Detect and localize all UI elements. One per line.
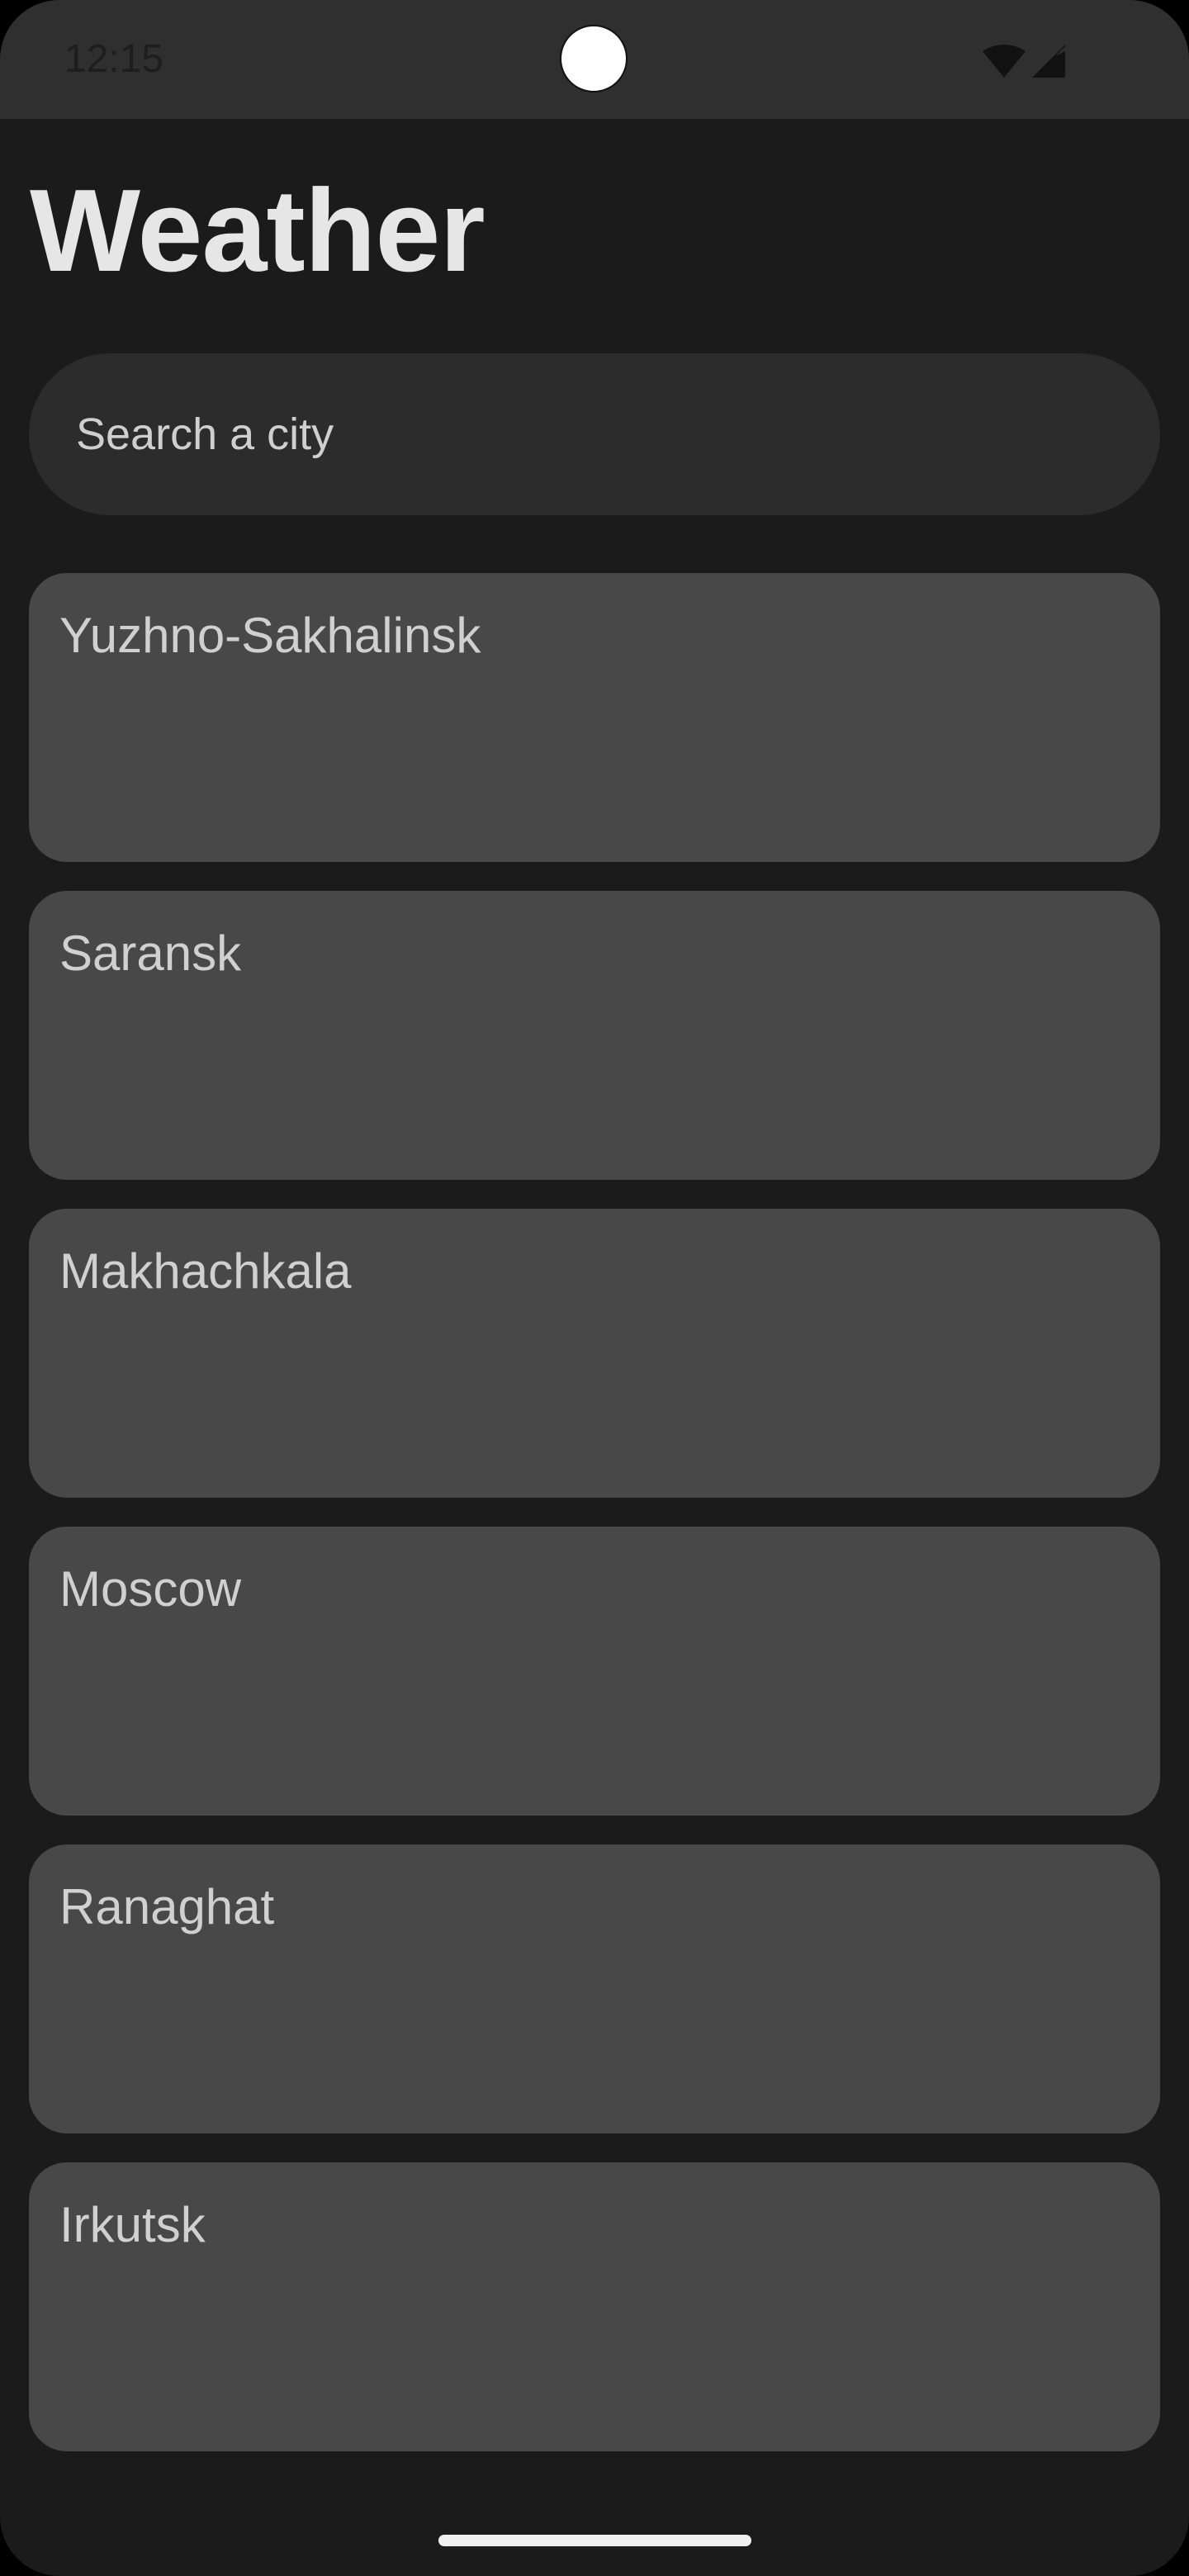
city-card[interactable]: Saransk bbox=[29, 891, 1160, 1180]
city-card[interactable]: Yuzhno-Sakhalinsk bbox=[29, 573, 1160, 862]
wifi-icon bbox=[983, 45, 1026, 78]
city-name: Yuzhno-Sakhalinsk bbox=[59, 608, 481, 663]
page-title: Weather bbox=[30, 165, 486, 296]
city-name: Makhachkala bbox=[59, 1243, 352, 1299]
phone-screen: 12:15 Weather Yuzhno-Sakhalinsk Saransk … bbox=[0, 0, 1189, 2576]
status-bar: 12:15 bbox=[0, 0, 1189, 119]
city-card[interactable]: Makhachkala bbox=[29, 1209, 1160, 1498]
status-time: 12:15 bbox=[64, 37, 164, 81]
city-name: Ranaghat bbox=[59, 1879, 275, 1934]
city-name: Moscow bbox=[59, 1561, 242, 1617]
search-bar[interactable] bbox=[29, 353, 1160, 515]
status-icons bbox=[983, 45, 1065, 78]
city-name: Saransk bbox=[59, 926, 242, 981]
front-camera-cutout bbox=[560, 25, 628, 92]
city-list: Yuzhno-Sakhalinsk Saransk Makhachkala Mo… bbox=[29, 573, 1160, 2480]
home-indicator-bar[interactable] bbox=[438, 2535, 751, 2546]
cellular-signal-icon bbox=[1032, 45, 1065, 78]
city-card[interactable]: Irkutsk bbox=[29, 2162, 1160, 2451]
city-card[interactable]: Moscow bbox=[29, 1527, 1160, 1816]
city-card[interactable]: Ranaghat bbox=[29, 1844, 1160, 2133]
city-name: Irkutsk bbox=[59, 2197, 206, 2252]
search-input[interactable] bbox=[76, 409, 1160, 460]
